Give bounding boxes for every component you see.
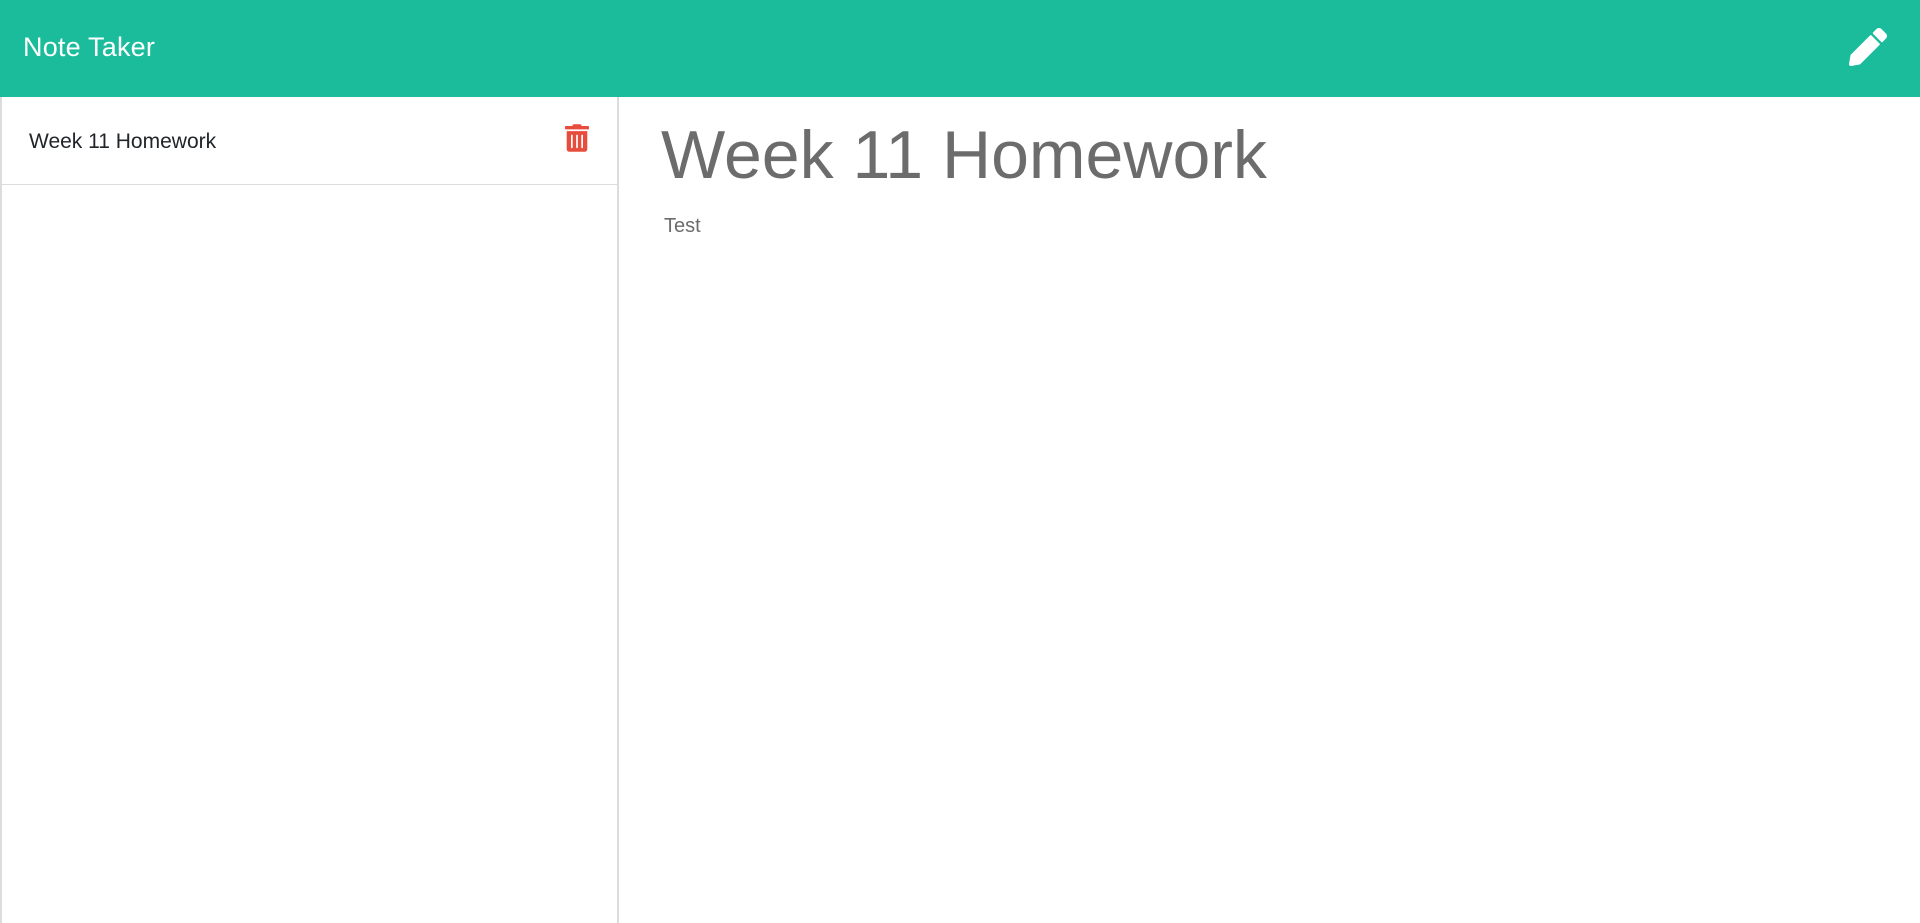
- new-note-button[interactable]: [1846, 25, 1890, 69]
- trash-icon: [565, 123, 589, 152]
- navbar: Note Taker: [0, 0, 1920, 97]
- note-list-item[interactable]: Week 11 Homework: [2, 97, 617, 185]
- note-list-item-title: Week 11 Homework: [29, 130, 217, 153]
- delete-note-button[interactable]: [563, 122, 591, 154]
- main-area: Week 11 Homework Week 11 Homework Test: [0, 97, 1920, 923]
- note-list: Week 11 Homework: [2, 97, 617, 185]
- note-list-panel: Week 11 Homework: [0, 97, 619, 923]
- note-editor: Week 11 Homework Test: [619, 97, 1920, 923]
- pencil-icon: [1849, 27, 1887, 66]
- note-body-field[interactable]: Test: [664, 215, 1883, 238]
- app-title[interactable]: Note Taker: [23, 32, 155, 63]
- note-title-field[interactable]: Week 11 Homework: [661, 113, 1880, 197]
